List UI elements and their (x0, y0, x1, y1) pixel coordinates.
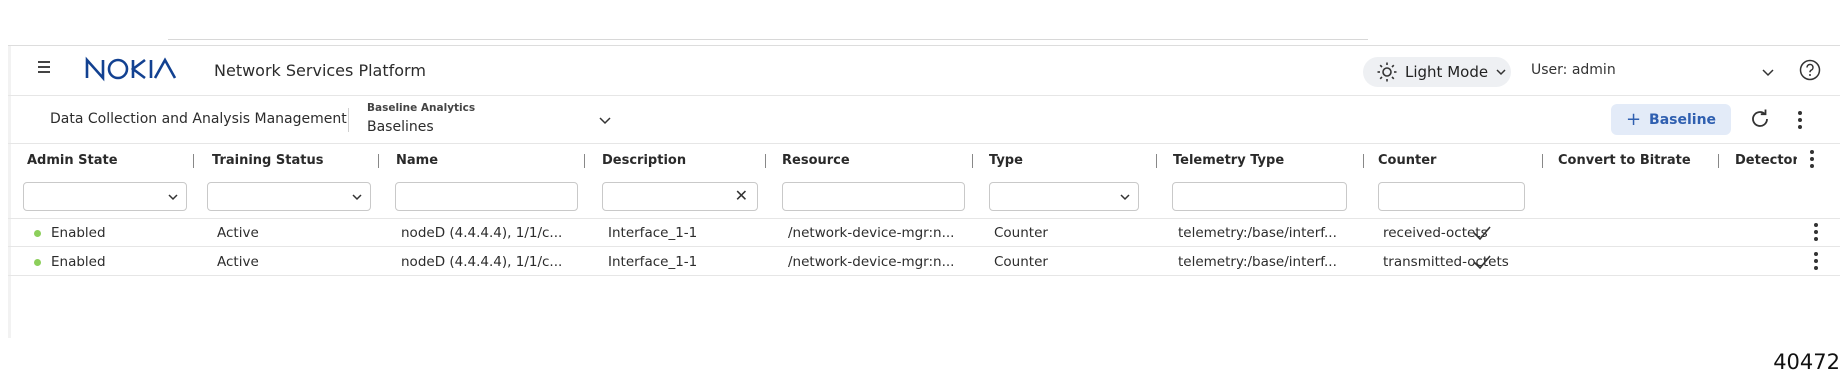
training-status-filter[interactable] (207, 182, 371, 211)
breadcrumb[interactable]: Data Collection and Analysis Management (50, 111, 347, 127)
column-separator[interactable] (765, 154, 766, 168)
column-header-resource[interactable]: Resource (782, 153, 850, 168)
divider (348, 108, 349, 132)
status-enabled-dot (34, 230, 41, 237)
more-options-icon[interactable] (1797, 111, 1803, 131)
telemetry-type-cell: telemetry:/base/interf... (1178, 254, 1337, 270)
column-separator[interactable] (378, 154, 379, 168)
column-separator[interactable] (1542, 154, 1543, 168)
detector-check-icon (1473, 226, 1491, 241)
add-baseline-button[interactable]: + Baseline (1611, 104, 1731, 135)
chevron-down-icon (1120, 194, 1130, 201)
hamburger-menu-icon[interactable] (38, 58, 56, 76)
resource-filter-input[interactable] (782, 182, 965, 211)
row-actions-icon[interactable] (1813, 252, 1819, 272)
chevron-down-icon (1496, 69, 1506, 76)
app-title: Network Services Platform (214, 61, 426, 80)
refresh-icon[interactable] (1748, 107, 1772, 131)
top-divider (168, 39, 1368, 40)
column-header-detector[interactable]: Detector (1735, 153, 1797, 168)
admin-state-cell: Enabled (51, 254, 106, 270)
app-window: Network Services Platform Light Mode Use… (8, 45, 1840, 338)
type-cell: Counter (994, 225, 1048, 241)
subheader: Data Collection and Analysis Management … (8, 96, 1840, 144)
admin-state-filter[interactable] (23, 182, 187, 211)
column-separator[interactable] (584, 154, 585, 168)
admin-state-cell: Enabled (51, 225, 106, 241)
column-separator[interactable] (1156, 154, 1157, 168)
column-separator[interactable] (972, 154, 973, 168)
light-mode-label: Light Mode (1405, 63, 1489, 81)
training-status-cell: Active (217, 254, 259, 270)
detector-check-icon (1473, 255, 1491, 270)
figure-number: 40472 (1773, 350, 1840, 374)
plus-icon: + (1625, 109, 1642, 130)
description-cell: Interface_1-1 (608, 254, 698, 270)
chevron-down-icon (352, 194, 362, 201)
table-header: Admin State Training Status Name Descrip… (8, 144, 1840, 176)
column-header-name[interactable]: Name (396, 153, 438, 168)
chevron-down-icon (168, 194, 178, 201)
counter-filter-input[interactable] (1378, 182, 1525, 211)
status-enabled-dot (34, 259, 41, 266)
telemetry-type-filter-input[interactable] (1172, 182, 1347, 211)
row-actions-icon[interactable] (1813, 223, 1819, 243)
column-header-training-status[interactable]: Training Status (212, 153, 323, 168)
type-cell: Counter (994, 254, 1048, 270)
add-baseline-label: Baseline (1649, 111, 1717, 128)
section-selector[interactable]: Baselines (367, 119, 434, 135)
clear-icon[interactable]: ✕ (735, 186, 748, 205)
telemetry-type-cell: telemetry:/base/interf... (1178, 225, 1337, 241)
column-header-counter[interactable]: Counter (1378, 153, 1436, 168)
sun-icon (1377, 62, 1397, 82)
help-icon[interactable] (1799, 59, 1821, 81)
description-filter-input[interactable]: ✕ (602, 182, 758, 211)
name-filter-input[interactable] (395, 182, 578, 211)
table-row[interactable]: Enabled Active nodeD (4.4.4.4), 1/1/c...… (8, 219, 1840, 247)
description-cell: Interface_1-1 (608, 225, 698, 241)
column-header-description[interactable]: Description (602, 153, 686, 168)
app-header: Network Services Platform Light Mode Use… (8, 46, 1840, 96)
user-menu-chevron-icon[interactable] (1761, 65, 1775, 79)
user-label: User: admin (1531, 62, 1616, 78)
training-status-cell: Active (217, 225, 259, 241)
counter-cell: received-octets (1383, 225, 1488, 241)
column-header-telemetry-type[interactable]: Telemetry Type (1173, 153, 1284, 168)
column-separator[interactable] (193, 154, 194, 168)
column-separator[interactable] (1363, 154, 1364, 168)
column-header-convert-to-bitrate[interactable]: Convert to Bitrate (1558, 153, 1691, 168)
table-row[interactable]: Enabled Active nodeD (4.4.4.4), 1/1/c...… (8, 248, 1840, 276)
filter-row: ✕ (8, 176, 1840, 219)
light-mode-toggle[interactable]: Light Mode (1363, 57, 1511, 87)
section-chevron-down-icon[interactable] (598, 113, 612, 127)
column-options-icon[interactable] (1809, 150, 1815, 170)
name-cell: nodeD (4.4.4.4), 1/1/c... (401, 254, 563, 270)
type-filter[interactable] (989, 182, 1139, 211)
name-cell: nodeD (4.4.4.4), 1/1/c... (401, 225, 563, 241)
section-label: Baseline Analytics (367, 102, 476, 114)
column-separator[interactable] (1718, 154, 1719, 168)
resource-cell: /network-device-mgr:n... (788, 225, 955, 241)
nokia-logo (85, 56, 181, 82)
column-header-admin-state[interactable]: Admin State (27, 153, 118, 168)
column-header-type[interactable]: Type (989, 153, 1023, 168)
resource-cell: /network-device-mgr:n... (788, 254, 955, 270)
